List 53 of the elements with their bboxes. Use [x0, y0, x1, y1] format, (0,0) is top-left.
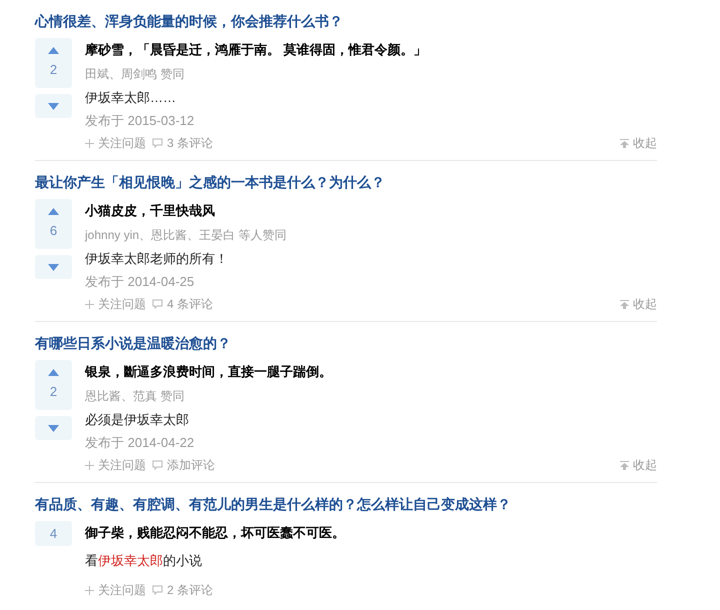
plus-icon: [85, 300, 94, 308]
voters-text: johnny yin、恩比酱、王晏白 等人赞同: [85, 227, 288, 244]
upvote-icon: [48, 368, 59, 376]
plus-icon: [85, 460, 94, 470]
comments-link[interactable]: 3 条评论: [152, 132, 214, 154]
follow-question-link[interactable]: 关注问题: [85, 579, 146, 601]
follow-question-link[interactable]: 关注问题: [85, 454, 146, 476]
publish-date: 发布于 2014-04-22: [85, 434, 196, 452]
answer-author: 御子柴，贱能忍闷不能忍，坏可医蠢不可医。: [85, 524, 346, 542]
downvote-button[interactable]: [35, 94, 72, 118]
downvote-button[interactable]: [35, 416, 72, 440]
collapse-icon: [620, 138, 629, 148]
upvote-icon: [48, 46, 59, 54]
answer-author: 银泉，斷逼多浪费时间，直接一腿子踹倒。: [85, 363, 333, 381]
answer-text: 必须是伊坂幸太郎: [85, 411, 190, 429]
publish-date: 发布于 2015-03-12: [85, 112, 196, 130]
collapse-icon: [620, 300, 629, 308]
comments-link[interactable]: 4 条评论: [152, 293, 214, 315]
comments-link[interactable]: 添加评论: [152, 454, 215, 476]
question-title[interactable]: 有品质、有趣、有腔调、有范儿的男生是什么样的？怎么样让自己变成这样？: [35, 493, 657, 515]
publish-date: 发布于 2014-04-25: [85, 273, 196, 291]
answer-author: 小猫皮皮，千里快哉风: [85, 202, 216, 220]
plus-icon: [85, 138, 94, 148]
downvote-button[interactable]: [35, 255, 72, 279]
vote-count: 4: [35, 521, 72, 546]
collapse-link[interactable]: 收起: [620, 293, 657, 315]
comment-icon: [152, 460, 163, 470]
collapse-link[interactable]: 收起: [620, 132, 657, 154]
upvote-button[interactable]: 6: [35, 199, 72, 249]
collapse-link[interactable]: 收起: [620, 454, 657, 476]
question-title[interactable]: 最让你产生「相见恨晚」之感的一本书是什么？为什么？: [35, 171, 657, 193]
voters-text: 田斌、周剑鸣 赞同: [85, 66, 186, 83]
question-title[interactable]: 有哪些日系小说是温暖治愈的？: [35, 332, 657, 354]
downvote-icon: [48, 264, 59, 270]
answer-text: 看伊坂幸太郎的小说: [85, 552, 203, 570]
answer-text: 伊坂幸太郎……: [85, 89, 177, 107]
comments-link[interactable]: 2 条评论: [152, 579, 214, 601]
collapse-icon: [620, 460, 629, 470]
answer-author: 摩砂雪，「晨昏是迁，鸿雁于南。 莫谁得固，惟君令颜。」: [85, 41, 428, 59]
question-title[interactable]: 心情很差、浑身负能量的时候，你会推荐什么书？: [35, 10, 657, 32]
upvote-icon: [48, 208, 59, 215]
plus-icon: [85, 586, 94, 594]
comment-icon: [152, 585, 163, 595]
downvote-icon: [48, 102, 59, 110]
follow-question-link[interactable]: 关注问题: [85, 293, 146, 315]
upvote-button[interactable]: 2: [35, 360, 72, 410]
downvote-icon: [48, 424, 59, 432]
follow-question-link[interactable]: 关注问题: [85, 132, 146, 154]
voters-text: 恩比酱、范真 赞同: [85, 388, 186, 405]
comment-icon: [152, 138, 163, 148]
upvote-button[interactable]: 2: [35, 38, 72, 88]
comment-icon: [152, 299, 163, 309]
answer-text: 伊坂幸太郎老师的所有！: [85, 250, 229, 268]
